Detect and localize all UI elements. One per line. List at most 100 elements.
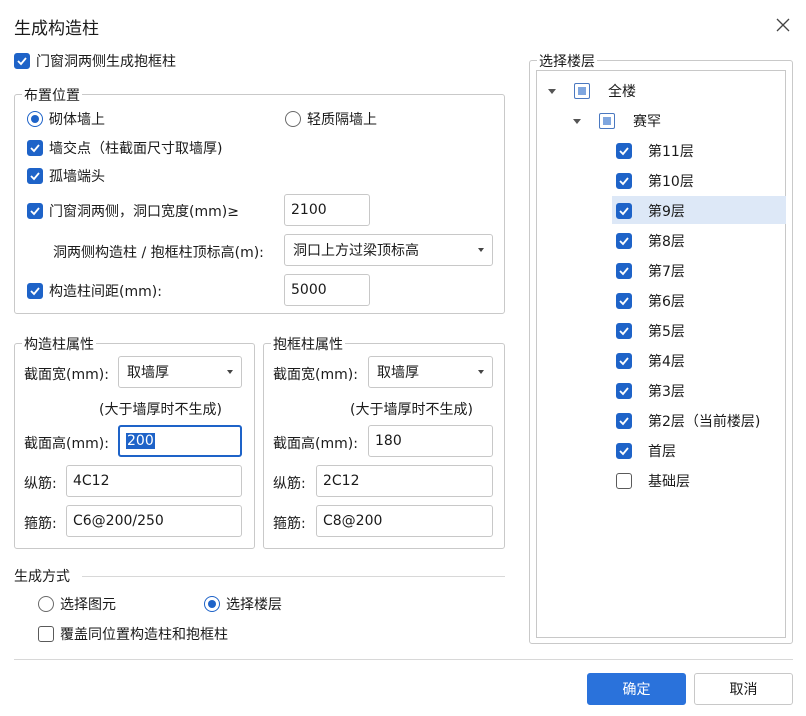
frame-width-select[interactable]: 取墙厚	[368, 356, 493, 388]
column-width-value: 取墙厚	[127, 365, 169, 381]
frame-column-checkbox[interactable]	[14, 53, 30, 69]
isolated-wall-end-checkbox[interactable]	[27, 168, 43, 184]
column-width-note: (大于墙厚时不生成)	[99, 402, 222, 418]
tree-node-building[interactable]: 赛罕	[573, 111, 661, 131]
gen-mode-divider	[82, 576, 505, 577]
cancel-button[interactable]: 取消	[694, 673, 793, 705]
radio-select-elements[interactable]: 选择图元	[38, 594, 116, 614]
radio-light-wall[interactable]: 轻质隔墙上	[285, 109, 377, 129]
radio-select-floors[interactable]: 选择楼层	[204, 594, 282, 614]
opening-width-input[interactable]: 2100	[284, 194, 370, 226]
check-icon	[619, 417, 629, 426]
floor-label: 第10层	[648, 174, 694, 190]
floor-item[interactable]: 第5层	[616, 316, 784, 346]
floor-checkbox[interactable]	[616, 233, 632, 249]
floor-label: 第4层	[648, 354, 685, 370]
floor-item[interactable]: 第8层	[616, 226, 784, 256]
overwrite-option[interactable]: 覆盖同位置构造柱和抱框柱	[38, 624, 228, 644]
floor-checkbox[interactable]	[616, 143, 632, 159]
floor-item[interactable]: 第2层（当前楼层)	[616, 406, 784, 436]
door-window-sides-label: 门窗洞两侧，洞口宽度(mm)≥	[49, 204, 239, 220]
floor-item[interactable]: 第6层	[616, 286, 784, 316]
check-icon	[17, 57, 27, 66]
door-window-sides-checkbox[interactable]	[27, 203, 43, 219]
ok-button[interactable]: 确定	[587, 673, 686, 705]
floor-checkbox[interactable]	[616, 173, 632, 189]
door-window-sides-option[interactable]: 门窗洞两侧，洞口宽度(mm)≥	[27, 201, 239, 221]
floor-checkbox[interactable]	[616, 473, 632, 489]
check-icon	[619, 447, 629, 456]
column-height-input[interactable]: 200	[118, 425, 242, 457]
check-icon	[619, 387, 629, 396]
isolated-wall-end-label: 孤墙端头	[49, 169, 105, 185]
floor-item[interactable]: 第9层	[616, 196, 784, 226]
floor-select-legend: 选择楼层	[537, 51, 597, 71]
isolated-wall-end-option[interactable]: 孤墙端头	[27, 166, 105, 186]
wall-intersection-option[interactable]: 墙交点（柱截面尺寸取墙厚)	[27, 138, 222, 158]
frame-stirrup-input[interactable]: C8@200	[316, 505, 493, 537]
check-icon	[619, 297, 629, 306]
frame-width-note: (大于墙厚时不生成)	[350, 402, 473, 418]
floor-checkbox[interactable]	[616, 353, 632, 369]
floor-item[interactable]: 第4层	[616, 346, 784, 376]
floor-item[interactable]: 第10层	[616, 166, 784, 196]
radio-select-floors-indicator[interactable]	[204, 596, 220, 612]
footer-divider	[14, 659, 793, 660]
tree-node-root[interactable]: 全楼	[548, 81, 636, 101]
radio-select-elements-indicator[interactable]	[38, 596, 54, 612]
floor-checkbox[interactable]	[616, 203, 632, 219]
top-elevation-value: 洞口上方过梁顶标高	[293, 243, 419, 259]
gen-mode-legend: 生成方式	[14, 569, 70, 585]
frame-column-option[interactable]: 门窗洞两侧生成抱框柱	[14, 51, 176, 71]
check-icon	[619, 207, 629, 216]
floor-label: 首层	[648, 444, 676, 460]
wall-intersection-label: 墙交点（柱截面尺寸取墙厚)	[49, 141, 223, 157]
floor-item[interactable]: 首层	[616, 436, 784, 466]
overwrite-checkbox[interactable]	[38, 626, 54, 642]
column-spacing-input[interactable]: 5000	[284, 274, 370, 306]
floor-checkbox[interactable]	[616, 383, 632, 399]
expand-caret-icon[interactable]	[573, 118, 581, 124]
floor-label: 第11层	[648, 144, 694, 160]
wall-intersection-checkbox[interactable]	[27, 140, 43, 156]
top-elevation-select[interactable]: 洞口上方过梁顶标高	[284, 234, 493, 266]
floor-label: 第5层	[648, 324, 685, 340]
check-icon	[619, 177, 629, 186]
expand-caret-icon[interactable]	[548, 88, 556, 94]
frame-column-label: 门窗洞两侧生成抱框柱	[36, 54, 176, 70]
floor-item[interactable]: 基础层	[616, 466, 784, 496]
floor-checkbox[interactable]	[616, 443, 632, 459]
column-stirrup-input[interactable]: C6@200/250	[66, 505, 242, 537]
column-spacing-option[interactable]: 构造柱间距(mm):	[27, 281, 162, 301]
floor-item[interactable]: 第3层	[616, 376, 784, 406]
floor-checkbox[interactable]	[616, 293, 632, 309]
radio-light-label: 轻质隔墙上	[307, 112, 377, 128]
floor-label: 第6层	[648, 294, 685, 310]
radio-masonry-indicator[interactable]	[27, 111, 43, 127]
building-partial-checkbox[interactable]	[599, 113, 615, 129]
close-button[interactable]	[772, 14, 794, 36]
floor-checkbox[interactable]	[616, 263, 632, 279]
frame-height-input[interactable]: 180	[368, 425, 493, 457]
frame-long-bar-input[interactable]: 2C12	[316, 465, 493, 497]
column-width-select[interactable]: 取墙厚	[118, 356, 242, 388]
radio-masonry-wall[interactable]: 砌体墙上	[27, 109, 105, 129]
root-partial-checkbox[interactable]	[574, 83, 590, 99]
frame-width-value: 取墙厚	[377, 365, 419, 381]
column-spacing-checkbox[interactable]	[27, 283, 43, 299]
check-icon	[619, 357, 629, 366]
floor-label: 第3层	[648, 384, 685, 400]
chevron-down-icon	[478, 370, 484, 374]
floor-checkbox[interactable]	[616, 323, 632, 339]
frame-width-label: 截面宽(mm):	[273, 367, 358, 383]
floor-item[interactable]: 第7层	[616, 256, 784, 286]
floor-label: 基础层	[648, 474, 690, 490]
floor-item[interactable]: 第11层	[616, 136, 784, 166]
radio-light-indicator[interactable]	[285, 111, 301, 127]
top-elevation-label: 洞两侧构造柱 / 抱框柱顶标高(m):	[53, 245, 264, 261]
floor-checkbox[interactable]	[616, 413, 632, 429]
column-height-label: 截面高(mm):	[24, 436, 109, 452]
column-width-label: 截面宽(mm):	[24, 367, 109, 383]
column-long-bar-input[interactable]: 4C12	[66, 465, 242, 497]
floor-label: 第8层	[648, 234, 685, 250]
